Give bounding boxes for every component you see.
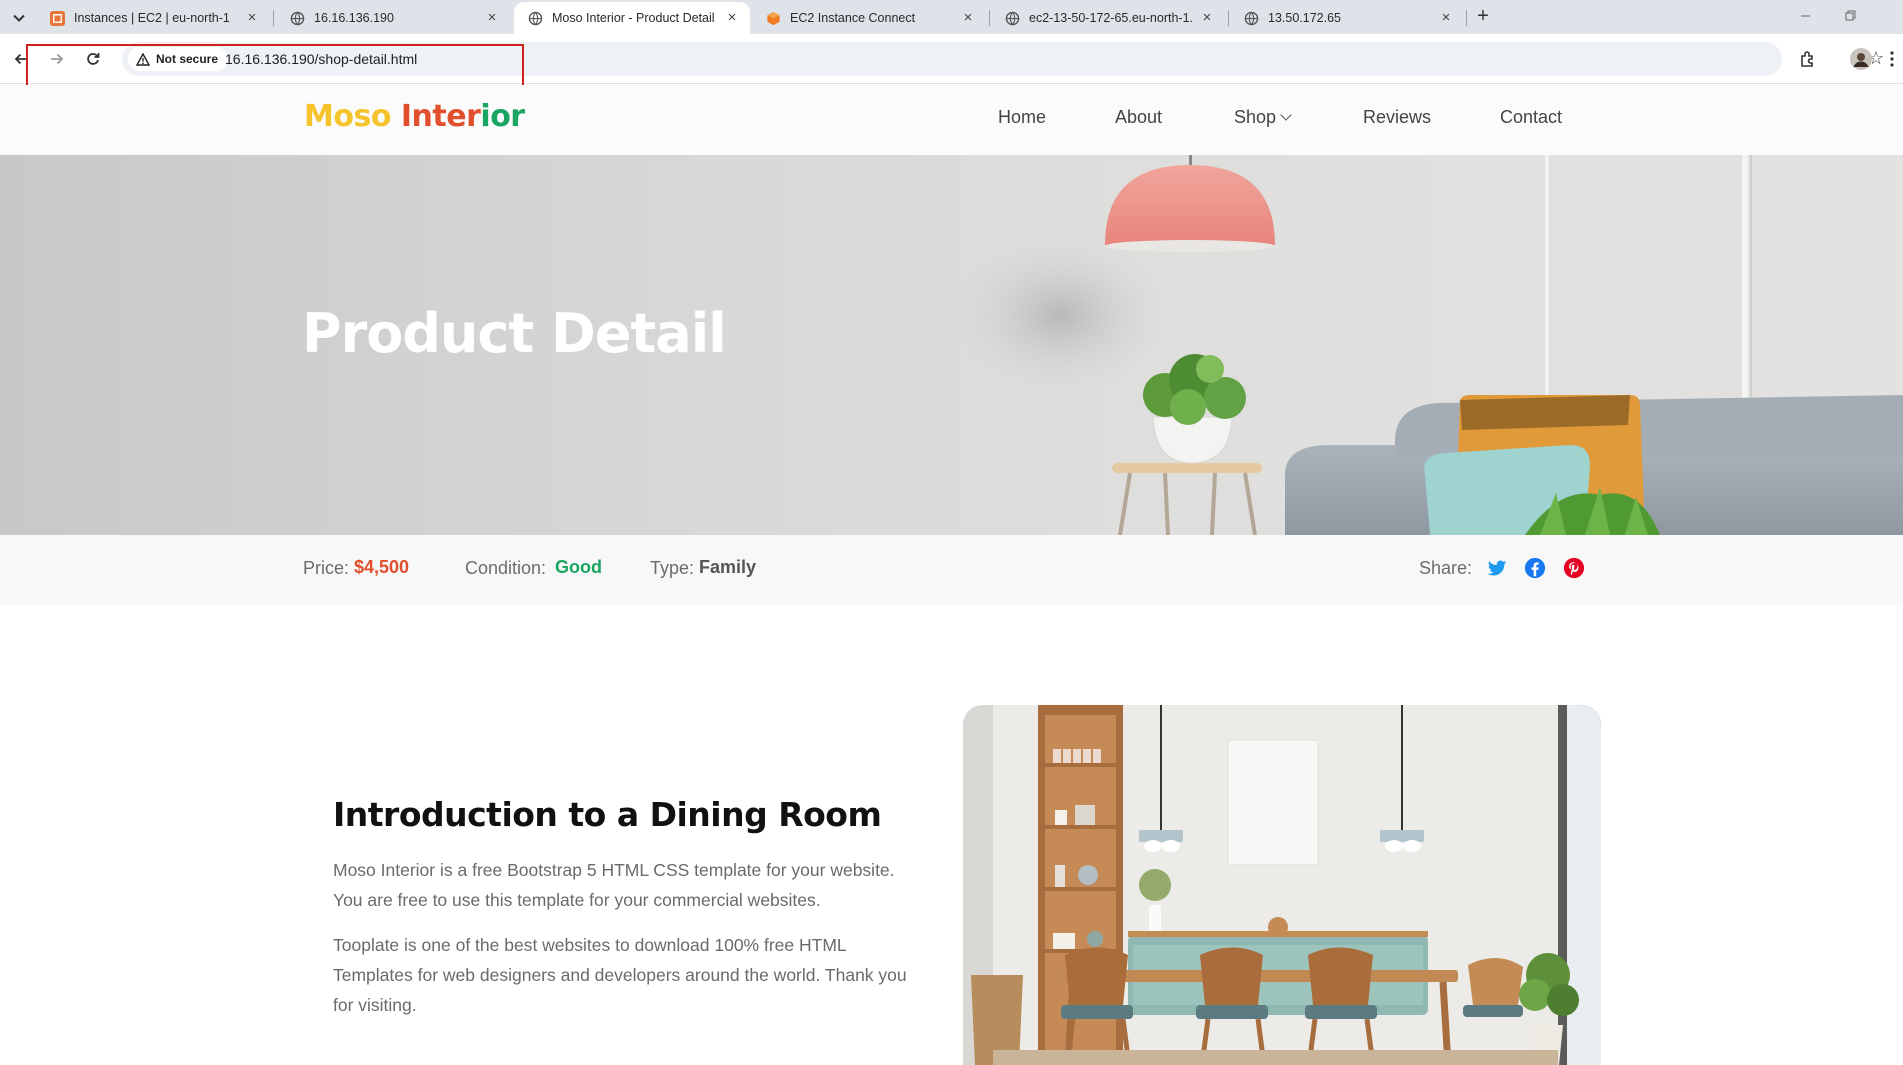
extensions-puzzle-icon[interactable] [1795,46,1821,72]
site-logo[interactable]: Moso Interior [304,99,525,134]
twitter-icon[interactable] [1486,557,1508,579]
tab-divider [1228,10,1229,26]
intro-paragraph-2: Tooplate is one of the best websites to … [333,935,907,1015]
type-value: Family [699,557,757,577]
browser-tab[interactable]: ec2-13-50-172-65.eu-north-1.c × [991,2,1225,34]
nav-contact[interactable]: Contact [1500,107,1562,128]
tab-title: ec2-13-50-172-65.eu-north-1.c [1029,11,1193,25]
page-title: Product Detail [302,302,727,365]
tab-title: Instances | EC2 | eu-north-1 [74,11,230,25]
logo-word-2b: ior [480,99,525,134]
pinterest-icon[interactable] [1563,557,1585,579]
share-label: Share: [1419,558,1473,578]
globe-icon [528,11,543,25]
browser-tab[interactable]: Instances | EC2 | eu-north-1 × [36,2,270,34]
tab-title: EC2 Instance Connect [790,11,916,25]
hero-banner: Product Detail [0,155,1903,535]
site-navbar: Moso Interior Home About Shop Reviews Co… [0,85,1903,155]
close-tab-icon[interactable]: × [724,10,740,26]
type-label: Type: [650,558,695,578]
logo-word-1: Moso [304,99,391,134]
browser-tab-strip: Instances | EC2 | eu-north-1 × 16.16.136… [0,0,1903,34]
minimize-window-icon[interactable] [1785,4,1825,30]
profile-avatar[interactable] [1848,46,1874,72]
globe-icon [290,11,305,25]
browser-tab[interactable]: EC2 Instance Connect × [752,2,986,34]
globe-icon [1005,11,1020,25]
close-tab-icon[interactable]: × [1438,10,1454,26]
browser-tab[interactable]: 13.50.172.65 × [1230,2,1464,34]
aws-instance-connect-icon [767,11,780,25]
nav-shop-dropdown[interactable]: Shop [1234,107,1292,128]
nav-home[interactable]: Home [998,107,1046,128]
close-tab-icon[interactable]: × [484,10,500,26]
dining-room-photo [963,705,1601,1065]
facebook-icon[interactable] [1524,557,1546,579]
hero-interior-photo [950,155,1903,535]
nav-about[interactable]: About [1115,107,1162,128]
chevron-down-icon [1280,109,1292,121]
tab-divider [989,10,990,26]
nav-reviews[interactable]: Reviews [1363,107,1431,128]
close-tab-icon[interactable]: × [1199,10,1215,26]
price-label: Price: [303,558,350,578]
tab-title: 16.16.136.190 [314,11,394,25]
globe-icon [1244,11,1259,25]
tab-search-chevron-icon[interactable] [8,7,30,29]
tab-title: Moso Interior - Product Detail P [552,11,718,25]
tab-divider [1466,10,1467,26]
aws-console-icon [50,10,65,26]
intro-paragraph-1: Moso Interior is a free Bootstrap 5 HTML… [333,860,895,910]
price-value: $4,500 [354,557,410,577]
dining-room-image [963,705,1601,1065]
restore-window-icon[interactable] [1830,4,1870,30]
section-heading: Introduction to a Dining Room [333,795,882,834]
condition-label: Condition: [465,558,547,578]
browser-tab-active[interactable]: Moso Interior - Product Detail P × [514,2,750,34]
nav-shop-label: Shop [1234,107,1277,127]
browser-menu-icon[interactable] [1884,46,1900,72]
new-tab-plus-icon[interactable]: + [1470,4,1496,30]
product-info-bar: Price: $4,500 Condition: Good Type: Fami… [0,535,1903,605]
condition-value: Good [555,557,602,577]
browser-tab[interactable]: 16.16.136.190 × [276,2,510,34]
close-tab-icon[interactable]: × [960,10,976,26]
tab-title: 13.50.172.65 [1268,11,1341,25]
logo-word-2a: Inter [400,99,481,134]
close-tab-icon[interactable]: × [244,10,260,26]
tab-divider [273,10,274,26]
